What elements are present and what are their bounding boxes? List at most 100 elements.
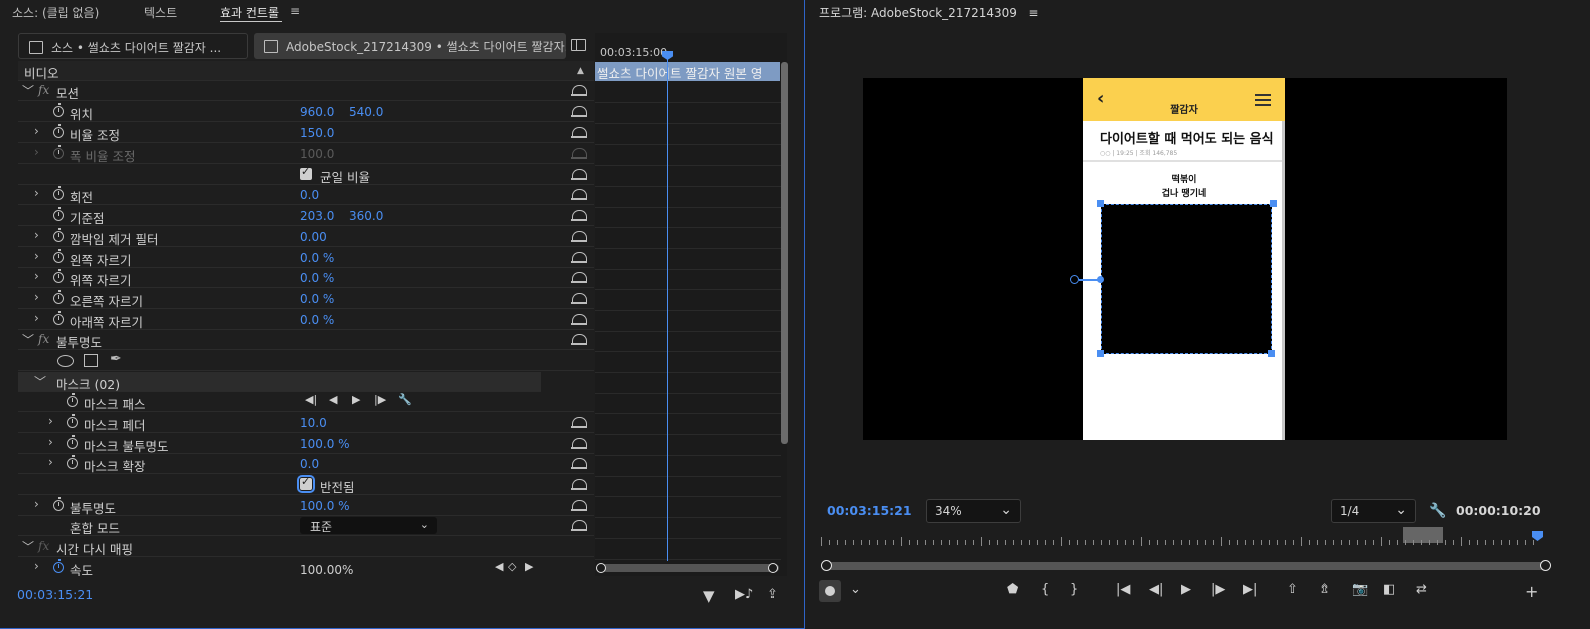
mask-region[interactable]	[1101, 204, 1272, 354]
stopwatch-icon[interactable]	[53, 228, 64, 242]
crop-bottom-value[interactable]: 0.0 %	[300, 313, 334, 327]
audio-play-icon[interactable]: ▶♪	[735, 587, 753, 602]
time-ruler[interactable]	[821, 535, 1543, 549]
play-icon[interactable]: ▶	[1181, 582, 1191, 597]
mask-feather-handle[interactable]	[1070, 275, 1079, 284]
stopwatch-icon[interactable]	[53, 103, 64, 117]
reset-icon[interactable]	[571, 478, 587, 490]
chevron-right-icon[interactable]: ›	[34, 228, 39, 242]
pen-mask-icon[interactable]: ✒	[110, 351, 122, 367]
reset-icon[interactable]	[571, 519, 587, 531]
reset-icon[interactable]	[571, 105, 587, 117]
rectangle-mask-icon[interactable]	[84, 354, 98, 367]
reset-icon[interactable]	[571, 313, 587, 325]
reset-icon[interactable]	[571, 437, 587, 449]
stopwatch-icon[interactable]	[53, 124, 64, 138]
uniform-scale-checkbox[interactable]	[300, 165, 312, 180]
prev-keyframe-icon[interactable]: ◀	[495, 560, 503, 573]
opacity-value[interactable]: 100.0 %	[300, 499, 350, 513]
mask-vertex-handle[interactable]	[1097, 350, 1104, 357]
timeline-zoom-scrollbar[interactable]	[602, 564, 779, 572]
fx-icon[interactable]: fx	[38, 332, 49, 346]
fx-icon[interactable]: fx	[38, 83, 49, 97]
position-x-value[interactable]: 960.0	[300, 105, 334, 119]
timeline-vertical-scrollbar[interactable]	[781, 62, 788, 444]
zoom-end-handle[interactable]	[1540, 560, 1551, 571]
export-icon[interactable]: ⇪	[767, 587, 778, 602]
reset-icon[interactable]	[571, 499, 587, 511]
stopwatch-icon[interactable]	[67, 393, 78, 407]
sequence-clip-button[interactable]: AdobeStock_217214309 • 썰쇼츠 다이어트 짤감자...	[254, 33, 566, 59]
reset-icon[interactable]	[571, 168, 587, 180]
reset-icon[interactable]	[571, 188, 587, 200]
chevron-right-icon[interactable]: ›	[34, 269, 39, 283]
reset-icon[interactable]	[571, 292, 587, 304]
zoom-level-select[interactable]: 34% ⌄	[926, 499, 1021, 523]
chevron-down-icon[interactable]: ﹀	[34, 373, 46, 390]
source-clip-button[interactable]: 소스 • 썰쇼츠 다이어트 짤감자 ...	[18, 33, 248, 59]
inverted-checkbox[interactable]	[297, 475, 315, 493]
comparison-view-icon[interactable]: ◧	[1383, 582, 1395, 597]
anchor-x-value[interactable]: 203.0	[300, 209, 334, 223]
wrench-icon[interactable]: 🔧	[1429, 503, 1446, 519]
zoom-start-handle[interactable]	[821, 560, 832, 571]
rotation-value[interactable]: 0.0	[300, 188, 319, 202]
tab-source[interactable]: 소스: (클립 없음)	[12, 4, 99, 21]
mask-vertex-handle[interactable]	[1097, 200, 1104, 207]
stopwatch-icon[interactable]	[53, 559, 64, 573]
anchor-y-value[interactable]: 360.0	[349, 209, 383, 223]
go-to-out-icon[interactable]: ▶|	[1243, 582, 1257, 597]
mask-feather-value[interactable]: 10.0	[300, 416, 327, 430]
stopwatch-icon[interactable]	[67, 435, 78, 449]
chevron-down-icon[interactable]: ﹀	[22, 331, 34, 348]
extract-icon[interactable]: ⇯	[1319, 582, 1330, 597]
step-forward-icon[interactable]: ▶	[352, 393, 360, 406]
chevron-right-icon[interactable]: ›	[48, 455, 53, 469]
step-backward-icon[interactable]: ◀	[329, 393, 337, 406]
mask-vertex-handle[interactable]	[1268, 350, 1275, 357]
mask-02[interactable]: ﹀ 마스크 (02)	[18, 372, 541, 392]
fx-icon[interactable]: fx	[38, 539, 49, 553]
stopwatch-icon[interactable]	[53, 269, 64, 283]
toggle-timeline-icon[interactable]	[571, 39, 586, 51]
next-keyframe-icon[interactable]: ▶	[525, 560, 533, 573]
track-forward-icon[interactable]: |▶	[374, 393, 386, 406]
chevron-right-icon[interactable]: ›	[34, 186, 39, 200]
crop-right-value[interactable]: 0.0 %	[300, 292, 334, 306]
step-forward-icon[interactable]: |▶	[1211, 582, 1225, 597]
crop-left-value[interactable]: 0.0 %	[300, 251, 334, 265]
current-timecode[interactable]: 00:03:15:21	[17, 587, 93, 602]
mask-expand-value[interactable]: 0.0	[300, 457, 319, 471]
stopwatch-icon[interactable]	[67, 414, 78, 428]
position-y-value[interactable]: 540.0	[349, 105, 383, 119]
tab-effect-controls[interactable]: 효과 컨트롤	[220, 4, 279, 21]
reset-icon[interactable]	[571, 126, 587, 138]
chevron-down-icon[interactable]: ⌄	[850, 582, 861, 597]
chevron-right-icon[interactable]: ›	[34, 497, 39, 511]
ellipse-mask-icon[interactable]	[57, 355, 74, 367]
safe-margin-button[interactable]	[819, 580, 841, 602]
add-keyframe-icon[interactable]: ◇	[508, 560, 516, 573]
scroll-up-icon[interactable]: ▲	[577, 66, 584, 76]
step-back-icon[interactable]: ◀|	[1149, 582, 1163, 597]
proxy-toggle-icon[interactable]: ⇄	[1416, 582, 1427, 597]
chevron-down-icon[interactable]: ﹀	[22, 538, 34, 555]
scale-value[interactable]: 150.0	[300, 126, 334, 140]
track-backward-icon[interactable]: ◀|	[305, 393, 317, 406]
flicker-value[interactable]: 0.00	[300, 230, 327, 244]
crop-top-value[interactable]: 0.0 %	[300, 271, 334, 285]
reset-icon[interactable]	[571, 251, 587, 263]
chevron-right-icon[interactable]: ›	[48, 414, 53, 428]
stopwatch-icon[interactable]	[53, 186, 64, 200]
lift-icon[interactable]: ⇧	[1287, 582, 1298, 597]
speed-value[interactable]: 100.00%	[300, 563, 353, 576]
chevron-right-icon[interactable]: ›	[34, 145, 39, 159]
wrench-icon[interactable]: 🔧	[398, 393, 412, 406]
chevron-right-icon[interactable]: ›	[34, 559, 39, 573]
stopwatch-icon[interactable]	[53, 249, 64, 263]
reset-icon[interactable]	[571, 209, 587, 221]
reset-icon[interactable]	[571, 230, 587, 242]
effect-time-remap[interactable]: ﹀ fx 시간 다시 매핑	[18, 537, 594, 557]
stopwatch-icon[interactable]	[53, 290, 64, 304]
mask-opacity-value[interactable]: 100.0 %	[300, 437, 350, 451]
